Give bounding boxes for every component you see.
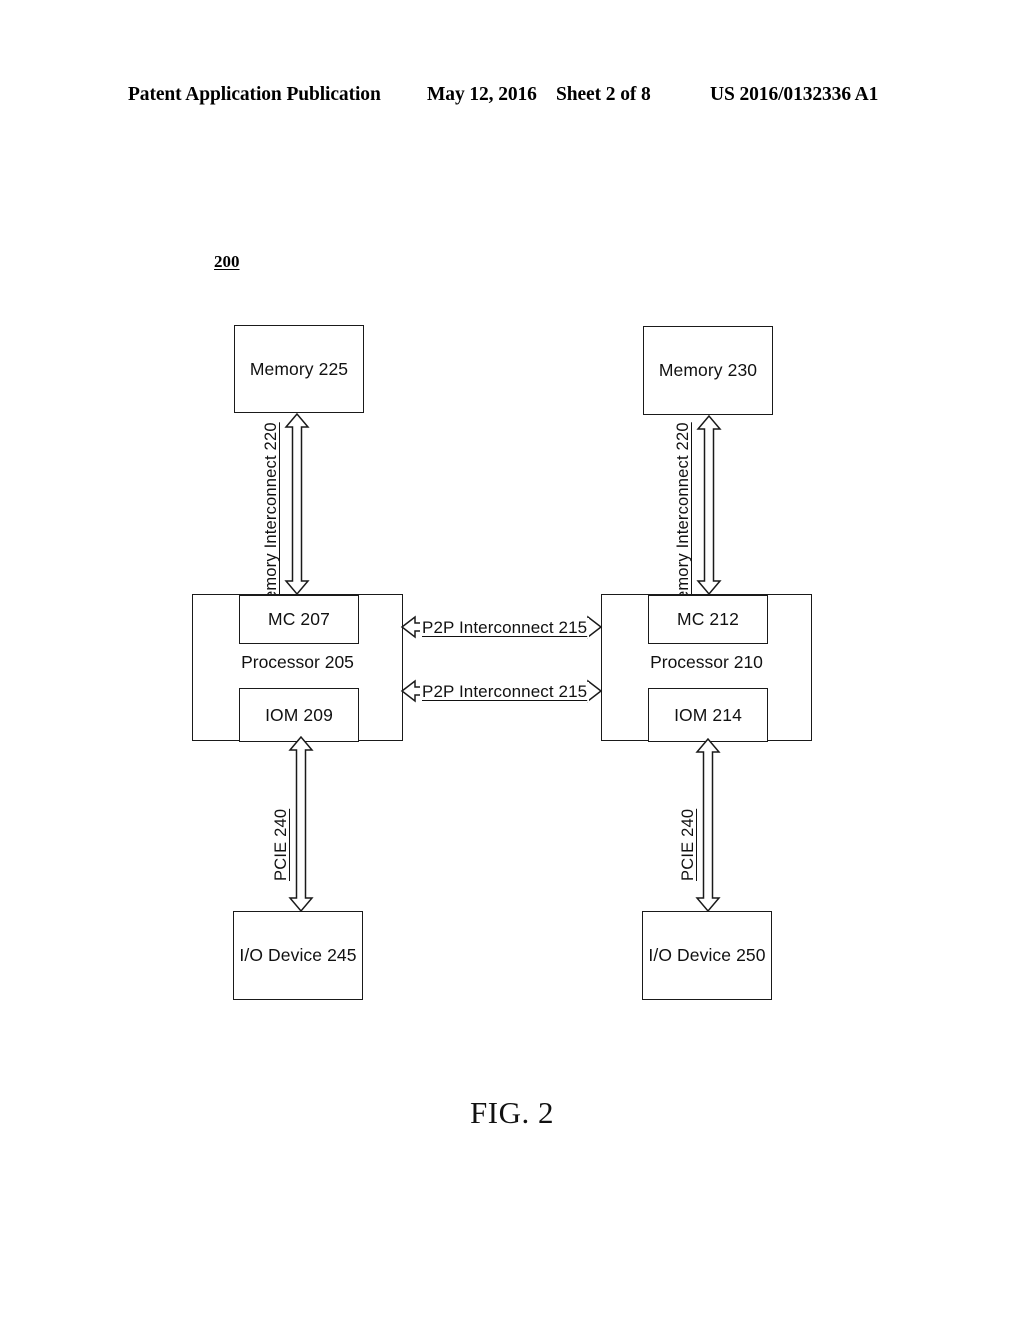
page-header: Patent Application Publication May 12, 2… xyxy=(0,84,1024,110)
io-module-block-214-label: IOM 214 xyxy=(674,704,742,725)
memory-controller-block-212: MC 212 xyxy=(648,595,768,644)
io-module-block-214: IOM 214 xyxy=(648,688,768,742)
header-publication-number: US 2016/0132336 A1 xyxy=(710,84,879,105)
memory-controller-block-212-label: MC 212 xyxy=(677,609,739,629)
pcie-arrow-left xyxy=(288,735,314,913)
pcie-arrow-right xyxy=(695,737,721,913)
memory-controller-block-207-label: MC 207 xyxy=(268,609,330,629)
memory-controller-block-207: MC 207 xyxy=(239,595,359,644)
processor-block-205: MC 207 Processor 205 IOM 209 xyxy=(192,594,403,742)
memory-interconnect-arrow-right xyxy=(696,414,722,596)
header-date: May 12, 2016 xyxy=(427,84,537,105)
header-publication-title: Patent Application Publication xyxy=(128,84,381,105)
io-device-block-245-label: I/O Device 245 xyxy=(239,945,357,965)
memory-interconnect-arrow-left xyxy=(284,412,310,596)
processor-block-205-label: Processor 205 xyxy=(241,652,354,672)
memory-interconnect-label-left: Memory Interconnect 220 xyxy=(262,422,280,614)
pcie-label-left: PCIE 240 xyxy=(272,808,290,881)
memory-block-230: Memory 230 xyxy=(643,326,773,415)
p2p-interconnect-label-top: P2P Interconnect 215 xyxy=(420,618,590,638)
memory-block-230-label: Memory 230 xyxy=(658,360,758,380)
pcie-label-right: PCIE 240 xyxy=(679,808,697,881)
memory-block-225: Memory 225 xyxy=(234,325,364,413)
io-device-block-250-label: I/O Device 250 xyxy=(648,945,766,965)
figure-caption: FIG. 2 xyxy=(470,1095,554,1130)
p2p-interconnect-label-bottom: P2P Interconnect 215 xyxy=(420,682,590,702)
io-module-block-209: IOM 209 xyxy=(239,688,359,742)
memory-block-225-label: Memory 225 xyxy=(249,358,349,379)
io-device-block-250: I/O Device 250 xyxy=(642,911,772,1000)
processor-block-210: MC 212 Processor 210 IOM 214 xyxy=(601,594,812,742)
processor-block-210-label: Processor 210 xyxy=(650,652,763,672)
figure-reference-numeral: 200 xyxy=(214,252,240,271)
io-module-block-209-label: IOM 209 xyxy=(265,704,333,725)
memory-interconnect-label-right: Memory Interconnect 220 xyxy=(674,422,692,614)
header-sheet-number: Sheet 2 of 8 xyxy=(556,84,651,105)
io-device-block-245: I/O Device 245 xyxy=(233,911,363,1000)
